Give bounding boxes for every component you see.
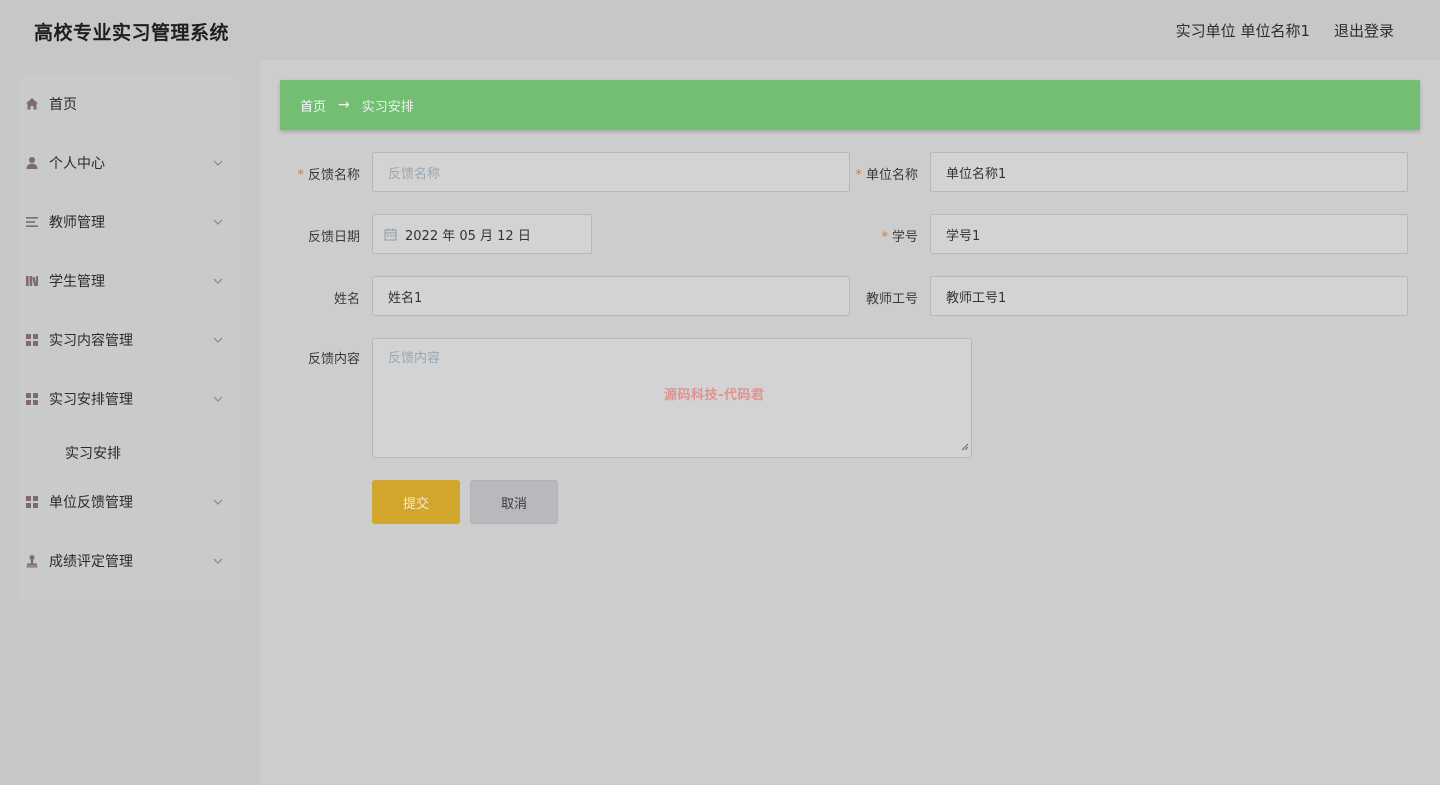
breadcrumb-current: 实习安排 — [361, 99, 414, 115]
cancel-button[interactable]: 取消 — [470, 480, 558, 524]
grid-icon — [24, 332, 40, 348]
sidebar-item-home[interactable]: 首页 — [24, 84, 224, 124]
watermark-text: 源码科技-代码君 — [664, 388, 765, 403]
sidebar-item-internship-content-management[interactable]: 实习内容管理 — [24, 320, 224, 360]
user-icon — [24, 155, 40, 171]
required-mark: * — [881, 230, 888, 245]
unit-name-label: * 单位名称 — [855, 168, 918, 183]
feedback-name-label: * 反馈名称 — [297, 168, 360, 183]
sidebar-item-teacher-management[interactable]: 教师管理 — [24, 202, 224, 242]
feedback-content-placeholder: 反馈内容 — [388, 351, 441, 366]
chevron-down-icon — [212, 496, 224, 508]
feedback-date-value: 2022 年 05 月 12 日 — [405, 228, 531, 244]
teacher-no-value: 教师工号1 — [946, 290, 1007, 306]
sidebar-item-internship-arrangement-management[interactable]: 实习安排管理 — [24, 379, 224, 419]
feedback-name-input[interactable]: 反馈名称 — [372, 152, 850, 192]
feedback-date-label: 反馈日期 — [307, 230, 360, 245]
teacher-no-label: 教师工号 — [865, 292, 918, 307]
feedback-name-placeholder: 反馈名称 — [388, 166, 441, 182]
student-no-label: * 学号 — [881, 230, 918, 245]
sidebar-item-label: 首页 — [49, 97, 77, 113]
name-input[interactable]: 姓名1 — [372, 276, 850, 316]
sidebar-item-label: 教师管理 — [49, 215, 105, 231]
chevron-down-icon — [212, 157, 224, 169]
teacher-no-input[interactable]: 教师工号1 — [930, 276, 1408, 316]
top-header: 高校专业实习管理系统 实习单位 单位名称1 退出登录 — [0, 0, 1440, 60]
list-icon — [24, 214, 40, 230]
calendar-icon — [384, 228, 397, 241]
sidebar-item-label: 个人中心 — [49, 156, 105, 172]
chevron-down-icon — [212, 393, 224, 405]
stamp-icon — [24, 553, 40, 569]
chevron-down-icon — [212, 334, 224, 346]
sidebar-subitem-internship-arrangement[interactable]: 实习安排 — [65, 443, 121, 463]
chevron-down-icon — [212, 555, 224, 567]
grid-icon — [24, 494, 40, 510]
unit-name-value: 单位名称1 — [946, 166, 1007, 182]
unit-name-input[interactable]: 单位名称1 — [930, 152, 1408, 192]
current-user-label: 实习单位 单位名称1 — [1175, 22, 1310, 40]
sidebar-item-label: 单位反馈管理 — [49, 495, 133, 511]
header-right: 实习单位 单位名称1 退出登录 — [1176, 20, 1394, 41]
sidebar-item-unit-feedback-management[interactable]: 单位反馈管理 — [24, 482, 224, 522]
chevron-down-icon — [212, 216, 224, 228]
student-no-value: 学号1 — [946, 228, 981, 244]
resize-grip-icon[interactable] — [961, 440, 969, 455]
sidebar-item-label: 成绩评定管理 — [49, 554, 133, 570]
grid-icon — [24, 391, 40, 407]
home-icon — [24, 96, 40, 112]
breadcrumb: 首页 → 实习安排 — [280, 80, 1420, 130]
chevron-down-icon — [212, 275, 224, 287]
books-icon — [24, 273, 40, 289]
sidebar-item-label: 学生管理 — [49, 274, 105, 290]
feedback-content-label: 反馈内容 — [307, 352, 360, 367]
name-label: 姓名 — [333, 292, 360, 307]
submit-button[interactable]: 提交 — [372, 480, 460, 524]
required-mark: * — [297, 168, 304, 183]
logout-link[interactable]: 退出登录 — [1334, 20, 1394, 41]
sidebar-item-personal-center[interactable]: 个人中心 — [24, 143, 224, 183]
name-value: 姓名1 — [388, 290, 423, 306]
required-mark: * — [855, 168, 862, 183]
arrow-right-icon: → — [338, 97, 350, 113]
sidebar-item-grade-assessment-management[interactable]: 成绩评定管理 — [24, 541, 224, 581]
app-title: 高校专业实习管理系统 — [34, 22, 230, 44]
breadcrumb-home-link[interactable]: 首页 — [300, 96, 326, 115]
sidebar-item-student-management[interactable]: 学生管理 — [24, 261, 224, 301]
student-no-input[interactable]: 学号1 — [930, 214, 1408, 254]
sidebar-item-label: 实习内容管理 — [49, 333, 133, 349]
feedback-date-picker[interactable]: 2022 年 05 月 12 日 — [372, 214, 592, 254]
sidebar-item-label: 实习安排管理 — [49, 392, 133, 408]
